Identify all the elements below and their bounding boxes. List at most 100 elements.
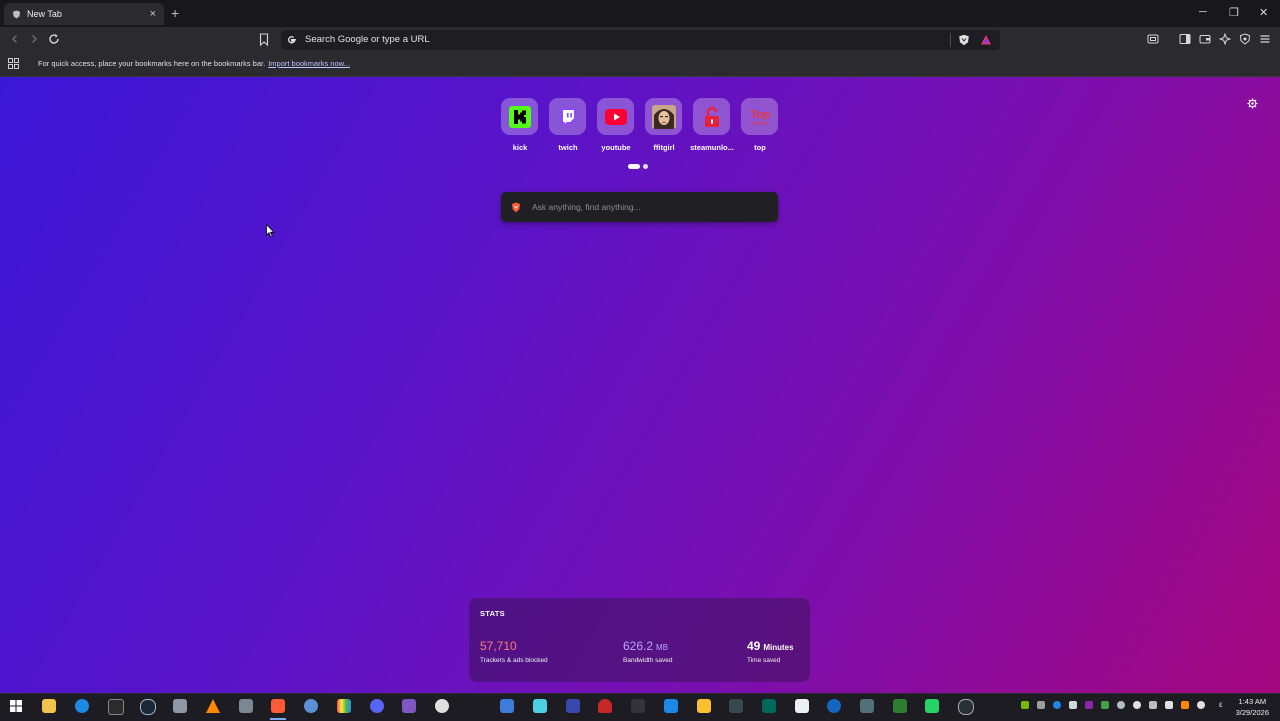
discord-tray-icon[interactable] <box>1069 701 1077 709</box>
leo-ai-icon[interactable] <box>1219 33 1231 45</box>
vlc-icon[interactable] <box>206 699 220 713</box>
file-explorer-icon[interactable] <box>42 699 56 713</box>
address-bar[interactable]: Search Google or type a URL <box>281 30 1000 50</box>
tab-close-icon[interactable]: × <box>150 8 156 20</box>
epic-games-icon[interactable] <box>108 699 124 715</box>
brave-rewards-icon[interactable] <box>980 34 992 46</box>
network-tray-icon[interactable] <box>1149 701 1157 709</box>
top-site-label: youtube <box>601 143 631 152</box>
whatsapp-icon[interactable] <box>925 699 939 713</box>
app-icon[interactable] <box>893 699 907 713</box>
game-controller-icon[interactable] <box>402 699 416 713</box>
app-icon[interactable] <box>500 699 514 713</box>
time-unit: Minutes <box>763 643 794 652</box>
app-icon[interactable] <box>337 699 351 713</box>
tab-new-tab[interactable]: New Tab × <box>4 3 164 25</box>
new-tab-button[interactable]: + <box>171 5 179 21</box>
title-bar <box>0 0 1280 27</box>
minimize-button[interactable]: ─ <box>1199 6 1207 18</box>
tray-icon[interactable] <box>1101 701 1109 709</box>
app-icon[interactable] <box>827 699 841 713</box>
discord-icon[interactable] <box>370 699 384 713</box>
back-button[interactable] <box>8 32 22 46</box>
page-indicator-active[interactable] <box>628 164 640 169</box>
forward-button[interactable] <box>27 32 41 46</box>
language-indicator[interactable]: ε <box>1219 700 1223 709</box>
windows-start-icon[interactable] <box>10 700 22 712</box>
volume-tray-icon[interactable] <box>1165 701 1173 709</box>
brave-lion-icon <box>512 202 520 213</box>
vlc-tray-icon[interactable] <box>1181 701 1189 709</box>
trackers-label: Trackers & ads blocked <box>480 657 548 664</box>
tab-title: New Tab <box>27 9 62 19</box>
app-icon[interactable] <box>631 699 645 713</box>
main-menu-icon[interactable] <box>1259 33 1271 45</box>
top-site-top[interactable]: Top Cinema <box>741 98 778 135</box>
brave-icon[interactable] <box>271 699 285 713</box>
bluetooth-tray-icon[interactable] <box>1053 701 1061 709</box>
app-icon[interactable] <box>304 699 318 713</box>
search-box[interactable]: Ask anything, find anything... <box>501 192 778 222</box>
clock-time: 1:43 AM <box>1238 697 1267 706</box>
bookmarks-hint: For quick access, place your bookmarks h… <box>38 59 266 68</box>
bandwidth-unit: MB <box>656 643 669 652</box>
address-placeholder: Search Google or type a URL <box>305 34 430 45</box>
search-placeholder: Ask anything, find anything... <box>532 202 641 212</box>
app-icon[interactable] <box>239 699 253 713</box>
page-indicator[interactable] <box>643 164 648 169</box>
top-site-twitch[interactable] <box>549 98 586 135</box>
rockstar-icon[interactable] <box>697 699 711 713</box>
vpn-shield-icon[interactable] <box>1239 33 1251 45</box>
app-icon[interactable] <box>173 699 187 713</box>
sidebar-tabs-icon[interactable] <box>1147 33 1159 45</box>
stat-time: 49 Minutes Time saved <box>747 637 794 664</box>
tray-icon[interactable] <box>1117 701 1125 709</box>
close-window-button[interactable]: ✕ <box>1259 6 1268 19</box>
taskbar-clock[interactable]: 1:43 AM 3/29/2026 <box>1236 696 1269 718</box>
app-icon[interactable] <box>860 699 874 713</box>
tray-icon[interactable] <box>1085 701 1093 709</box>
top-site-steamunlocked[interactable] <box>693 98 730 135</box>
app-icon[interactable] <box>958 699 974 715</box>
top-site-kick[interactable] <box>501 98 538 135</box>
top-cinema-icon: TopCinema <box>750 109 770 127</box>
bookmarks-bar-message: For quick access, place your bookmarks h… <box>38 59 350 68</box>
app-icon[interactable] <box>566 699 580 713</box>
tray-icon[interactable] <box>1133 701 1141 709</box>
kick-icon <box>508 105 531 128</box>
top-site-youtube[interactable] <box>597 98 634 135</box>
bandwidth-value: 626.2 <box>623 639 654 653</box>
steam-icon[interactable] <box>140 699 156 715</box>
bookmark-button[interactable] <box>259 33 269 51</box>
microphone-tray-icon[interactable] <box>1197 701 1205 709</box>
top-site-ffitgirl[interactable] <box>645 98 682 135</box>
app-icon[interactable] <box>729 699 743 713</box>
wallet-icon[interactable] <box>1199 33 1211 45</box>
steelseries-icon[interactable] <box>435 699 449 713</box>
settings-gear-icon[interactable] <box>1247 98 1258 109</box>
edge-icon[interactable] <box>75 699 89 713</box>
app-icon[interactable] <box>598 699 612 713</box>
apps-grid-icon[interactable] <box>8 58 19 69</box>
sidebar-toggle-icon[interactable] <box>1179 33 1191 45</box>
top-site-label: top <box>754 143 766 152</box>
reload-button[interactable] <box>47 32 61 46</box>
svg-text:Cinema: Cinema <box>751 121 768 127</box>
restore-button[interactable]: ❐ <box>1229 6 1239 19</box>
twitch-icon <box>560 107 576 126</box>
nvidia-tray-icon[interactable] <box>1021 701 1029 709</box>
import-bookmarks-link[interactable]: Import bookmarks now... <box>268 59 350 68</box>
stats-widget: STATS 57,710 Trackers & ads blocked 626.… <box>469 598 810 682</box>
tray-icon[interactable] <box>1037 701 1045 709</box>
brave-shields-icon[interactable] <box>958 34 970 46</box>
google-icon <box>287 36 296 44</box>
bookmark-icon <box>259 33 269 47</box>
top-site-label: steamunlo... <box>690 143 734 152</box>
forward-arrow-icon <box>32 35 37 43</box>
app-icon[interactable] <box>664 699 678 713</box>
address-divider <box>950 33 951 47</box>
time-label: Time saved <box>747 657 781 664</box>
app-icon[interactable] <box>533 699 547 713</box>
terminal-icon[interactable] <box>762 699 776 713</box>
app-icon[interactable] <box>795 699 809 713</box>
